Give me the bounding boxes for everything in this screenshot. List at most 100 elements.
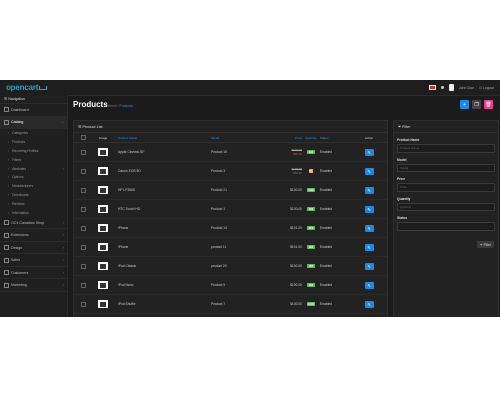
col-status[interactable]: Status xyxy=(318,136,356,140)
nav-title[interactable]: ☰ Navigation xyxy=(0,95,67,104)
price: $100.00 xyxy=(290,207,302,211)
user-name[interactable]: John Doe xyxy=(459,86,474,90)
sidebar-item-sales[interactable]: Sales › xyxy=(0,254,67,267)
sidebar-sub-products[interactable]: › Products xyxy=(0,138,67,147)
product-model: Product 7 xyxy=(211,302,226,306)
trash-icon: 🗑 xyxy=(485,101,492,108)
arrow-icon: › xyxy=(8,131,10,136)
chevron-right-icon: › xyxy=(62,245,64,250)
avatar[interactable] xyxy=(448,84,454,91)
filter-name-input[interactable]: Product Name xyxy=(397,144,495,153)
edit-button[interactable]: ✎ xyxy=(364,186,374,194)
filter-panel: ⏷ Filter Product Name Product Name Model… xyxy=(393,120,499,317)
table-header: Image Product Name Model Price Quantity … xyxy=(74,133,387,143)
sidebar-item-marketing[interactable]: Marketing › xyxy=(0,279,67,292)
puzzle-icon xyxy=(4,232,9,238)
product-thumbnail xyxy=(98,205,108,213)
logout-link[interactable]: ⏻ Logout xyxy=(479,86,494,90)
copy-button[interactable]: ❐ xyxy=(472,100,481,109)
filter-button[interactable]: ⏷ Filter xyxy=(477,241,494,248)
sidebar-sub-information[interactable]: › Information xyxy=(0,208,67,217)
row-checkbox[interactable] xyxy=(80,206,86,212)
sidebar-item-extensions[interactable]: Extensions › xyxy=(0,229,67,242)
product-thumbnail xyxy=(98,243,108,251)
product-name: Apple Cinema 30" xyxy=(118,150,145,154)
sidebar-sub-recurring[interactable]: › Recurring Profiles xyxy=(0,147,67,156)
edit-button[interactable]: ✎ xyxy=(364,205,374,213)
sidebar-item-catalog[interactable]: Catalog ⌄ xyxy=(0,116,67,129)
sidebar-item-dashboard[interactable]: Dashboard xyxy=(0,104,67,117)
table-row: HP LP3065 Product 21 $100.00 1000 Enabled ✎ xyxy=(74,181,387,200)
edit-button[interactable]: ✎ xyxy=(364,243,374,251)
opencart-logo[interactable]: opencart xyxy=(6,83,48,92)
pencil-icon: ✎ xyxy=(367,282,371,288)
filter-status-select[interactable]: ⌄ xyxy=(397,222,495,231)
quantity-badge: 1000 xyxy=(306,188,316,192)
row-checkbox[interactable] xyxy=(80,263,86,269)
row-checkbox[interactable] xyxy=(80,225,86,231)
edit-button[interactable]: ✎ xyxy=(364,224,374,232)
edit-button[interactable]: ✎ xyxy=(364,281,374,289)
row-checkbox[interactable] xyxy=(80,282,86,288)
sidebar-sub-reviews[interactable]: › Reviews xyxy=(0,199,67,208)
product-image xyxy=(100,244,106,250)
filter-quantity-input[interactable]: Quantity xyxy=(397,202,495,211)
table-row: iPod Shuffle Product 7 $100.00 1000 Enabled ✎ xyxy=(74,295,387,314)
sidebar-sub-label: Manufacturers xyxy=(12,184,34,189)
col-product-name[interactable]: Product Name xyxy=(114,136,211,140)
product-thumbnail xyxy=(98,148,108,156)
sidebar-sub-attributes[interactable]: › Attributes › xyxy=(0,164,67,173)
sidebar-item-oc4-shop[interactable]: OC4 Canadian Shop › xyxy=(0,217,67,230)
edit-button[interactable]: ✎ xyxy=(364,300,374,308)
language-flag-icon[interactable] xyxy=(428,85,436,90)
product-model: product 20 xyxy=(211,264,227,268)
product-model: product 11 xyxy=(211,245,227,249)
filter-label-name: Product Name xyxy=(397,138,420,142)
select-all-checkbox[interactable] xyxy=(80,135,86,140)
col-quantity[interactable]: Quantity xyxy=(304,136,318,140)
logo-text: opencart xyxy=(6,83,39,92)
col-price[interactable]: Price xyxy=(274,136,304,140)
monitor-icon xyxy=(4,245,9,251)
row-checkbox[interactable] xyxy=(80,149,86,155)
quantity-badge: 7 xyxy=(308,169,314,173)
delete-button[interactable]: 🗑 xyxy=(484,100,493,109)
product-thumbnail xyxy=(98,262,108,270)
row-checkbox[interactable] xyxy=(80,187,86,193)
sidebar-sub-downloads[interactable]: › Downloads xyxy=(0,191,67,200)
breadcrumb-home[interactable]: Home xyxy=(108,104,117,108)
edit-button[interactable]: ✎ xyxy=(364,167,374,175)
table-row: iPod TouchProduct 5$100.00999Enabled✎ xyxy=(74,314,387,317)
product-name: iPhone xyxy=(118,226,129,230)
row-checkbox[interactable] xyxy=(80,168,86,174)
sidebar-sub-filters[interactable]: › Filters xyxy=(0,155,67,164)
pencil-icon: ✎ xyxy=(367,187,371,193)
breadcrumb-current[interactable]: Products xyxy=(120,104,133,108)
chevron-right-icon: › xyxy=(62,270,64,275)
price: $100.00 xyxy=(290,264,302,268)
edit-button[interactable]: ✎ xyxy=(364,262,374,270)
theme-toggle-icon[interactable] xyxy=(440,86,444,89)
table-row: iPod Classic product 20 $100.00 995 Enabled ✎ xyxy=(74,257,387,276)
product-image xyxy=(100,263,106,269)
sidebar-sub-options[interactable]: › Options xyxy=(0,173,67,182)
sidebar-item-design[interactable]: Design › xyxy=(0,242,67,255)
row-checkbox[interactable] xyxy=(80,301,86,307)
row-checkbox[interactable] xyxy=(80,244,86,250)
sidebar-item-customers[interactable]: Customers › xyxy=(0,267,67,280)
sidebar-sub-categories[interactable]: › Categories xyxy=(0,129,67,138)
pencil-icon: ✎ xyxy=(367,301,371,307)
arrow-icon: › xyxy=(8,201,10,206)
add-button[interactable]: + xyxy=(460,100,469,109)
sidebar-sub-label: Reviews xyxy=(12,201,25,206)
product-status: Enabled xyxy=(320,150,333,154)
filter-price-input[interactable]: Price xyxy=(397,183,495,192)
product-image xyxy=(100,187,106,193)
product-thumbnail xyxy=(98,186,108,194)
product-name: HTC Touch HD xyxy=(118,207,141,211)
edit-button[interactable]: ✎ xyxy=(364,148,374,156)
filter-model-input[interactable]: Model xyxy=(397,163,495,172)
col-model[interactable]: Model xyxy=(211,136,274,140)
product-model: Product 14 xyxy=(211,226,227,230)
sidebar-sub-manufacturers[interactable]: › Manufacturers xyxy=(0,182,67,191)
